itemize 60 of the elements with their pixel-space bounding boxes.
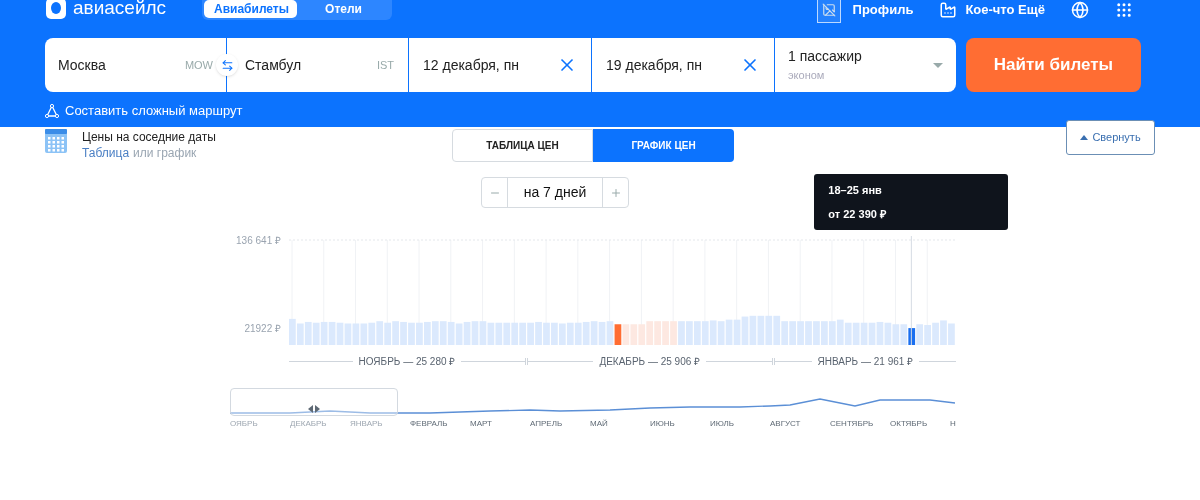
date-field[interactable]: 12 декабря, пн — [409, 38, 592, 92]
y-tick-label: 21922 ₽ — [244, 323, 281, 335]
destination-field[interactable]: Стамбул IST — [227, 38, 409, 92]
month-summary: НОЯБРЬ — 25 280 ₽ — [358, 354, 456, 369]
overview-month-label: АВГУСТ — [770, 418, 802, 430]
apps-grid-icon[interactable] — [1115, 1, 1133, 19]
date-field[interactable]: 19 декабря, пн — [592, 38, 775, 92]
date-value: 12 декабря, пн — [423, 55, 520, 75]
price-bar[interactable] — [614, 324, 622, 345]
complex-route-link[interactable]: Составить сложный маршрут — [65, 101, 243, 121]
logo-text: авиасейлс — [73, 0, 167, 20]
month-summary: ЯНВАРЬ — 21 961 ₽ — [817, 354, 914, 369]
overview-month-label: МАРТ — [470, 418, 493, 430]
calendar-icon — [45, 129, 67, 153]
destination-code: IST — [376, 57, 394, 73]
stepper-value: на 7 дней — [522, 183, 588, 202]
more-link[interactable]: Кое-что Ещё — [965, 0, 1045, 20]
date-value: 19 декабря, пн — [606, 55, 703, 75]
view-tab[interactable]: ТАБЛИЦА ЦЕН — [452, 129, 593, 162]
overview-month-label: МАЙ — [590, 418, 609, 430]
swap-arrows-icon — [220, 58, 234, 72]
origin-city: Москва — [58, 55, 107, 75]
passengers-count: 1 пассажир — [788, 47, 863, 67]
broken-image-icon — [816, 0, 841, 23]
plus-icon — [609, 186, 622, 199]
origin-field[interactable]: Москва MOW — [45, 38, 227, 92]
overview-month-label: Н — [950, 418, 956, 430]
view-tab[interactable]: ГРАФИК ЦЕН — [593, 129, 734, 162]
dropdown-caret-icon — [933, 62, 943, 68]
subtitle-text: или график — [133, 145, 197, 161]
overview-month-label: СЕНТЯБРЬ — [830, 418, 875, 430]
table-link[interactable]: Таблица — [82, 145, 130, 161]
overview-month-label: ОКТЯБРЬ — [890, 418, 929, 430]
profile-link[interactable]: Профиль — [852, 0, 914, 20]
origin-code: MOW — [184, 57, 213, 73]
caret-up-icon — [1080, 135, 1089, 140]
product-tab[interactable]: Авиабилеты — [204, 0, 297, 18]
overview-month-label: ИЮНЬ — [650, 418, 676, 430]
search-button[interactable]: Найти билеты — [966, 38, 1141, 92]
globe-icon[interactable] — [1071, 1, 1089, 19]
factory-icon — [939, 1, 958, 19]
overview-month-label: ИЮЛЬ — [710, 418, 735, 430]
overview-month-label: ЯНВАРЬ — [350, 418, 384, 430]
price-bar[interactable] — [908, 328, 916, 345]
cabin-class: эконом — [788, 68, 826, 84]
drag-handle-icon[interactable] — [308, 405, 320, 413]
overview-month-label: ДЕКАБРЬ — [290, 418, 328, 430]
overview-month-label: АПРЕЛЬ — [530, 418, 564, 430]
overview-month-label: ФЕВРАЛЬ — [410, 418, 449, 430]
passengers-field[interactable]: 1 пассажир эконом — [775, 38, 956, 92]
y-tick-label: 136 641 ₽ — [236, 236, 281, 246]
tooltip-price: от 22 390 ₽ — [828, 206, 887, 222]
collapse-button[interactable]: Свернуть — [1066, 120, 1155, 155]
route-icon — [45, 103, 59, 118]
destination-city: Стамбул — [245, 55, 303, 75]
overview-month-label: ОЯБРЬ — [230, 418, 259, 430]
month-summary: ДЕКАБРЬ — 25 906 ₽ — [599, 354, 701, 369]
section-title: Цены на соседние даты — [82, 129, 216, 145]
tooltip-dates: 18–25 янв — [828, 183, 883, 198]
product-tab[interactable]: Отели — [297, 0, 390, 18]
